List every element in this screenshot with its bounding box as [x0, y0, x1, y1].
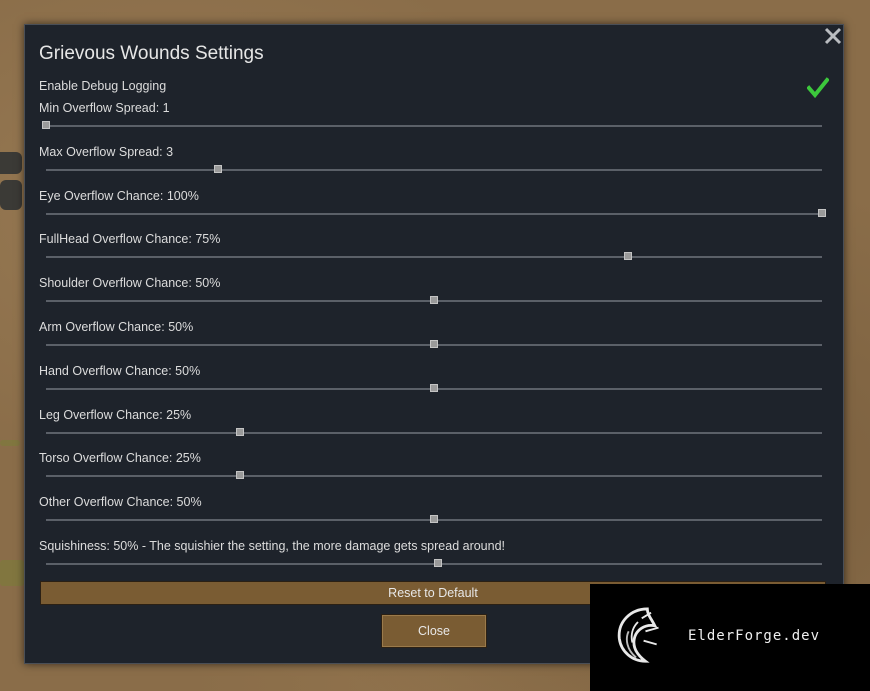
slider-label: Max Overflow Spread: 3: [39, 144, 174, 159]
slider[interactable]: [46, 559, 822, 569]
slider-handle[interactable]: [236, 471, 244, 480]
slider-handle[interactable]: [624, 252, 632, 261]
slider-handle[interactable]: [42, 121, 50, 129]
slider-track[interactable]: [46, 212, 822, 215]
background-rock: [0, 152, 22, 174]
slider-track[interactable]: [46, 125, 822, 127]
slider[interactable]: [46, 340, 822, 350]
close-icon[interactable]: [823, 26, 843, 46]
slider[interactable]: [46, 296, 822, 306]
slider-label: Squishiness: 50% - The squishier the set…: [39, 539, 506, 553]
slider-label: Eye Overflow Chance: 100%: [39, 188, 199, 203]
slider-track[interactable]: [46, 168, 822, 171]
slider[interactable]: [46, 427, 822, 438]
slider-label: Torso Overflow Chance: 25%: [39, 451, 201, 466]
settings-dialog: Grievous Wounds Settings Enable Debug Lo…: [24, 24, 844, 664]
slider[interactable]: [46, 164, 822, 175]
slider-handle[interactable]: [818, 208, 826, 217]
close-button[interactable]: Close: [381, 614, 487, 648]
slider-handle[interactable]: [430, 296, 438, 305]
debug-logging-label: Enable Debug Logging: [39, 79, 167, 93]
background-grass: [0, 560, 24, 586]
watermark-text: ElderForge.dev: [688, 628, 821, 644]
background-grass: [0, 440, 20, 446]
slider-handle[interactable]: [214, 164, 223, 173]
slider-label: Leg Overflow Chance: 25%: [39, 407, 192, 422]
slider-label: Other Overflow Chance: 50%: [39, 495, 202, 510]
slider-handle[interactable]: [430, 515, 438, 524]
slider-label: Shoulder Overflow Chance: 50%: [39, 276, 221, 291]
slider-handle[interactable]: [430, 383, 438, 392]
slider[interactable]: [46, 471, 822, 481]
slider[interactable]: [46, 252, 822, 262]
slider-handle[interactable]: [236, 427, 244, 436]
slider-handle[interactable]: [430, 340, 438, 348]
slider[interactable]: [46, 515, 822, 525]
slider-label: Arm Overflow Chance: 50%: [39, 320, 194, 334]
dialog-title: Grievous Wounds Settings: [39, 43, 264, 64]
slider-label: Min Overflow Spread: 1: [39, 101, 170, 115]
slider[interactable]: [46, 383, 822, 394]
slider-track[interactable]: [46, 256, 822, 259]
slider[interactable]: [46, 208, 826, 219]
checkmark-icon[interactable]: [807, 77, 829, 99]
slider-label: Hand Overflow Chance: 50%: [39, 363, 201, 378]
background-rock: [0, 180, 22, 210]
watermark: ElderForge.dev: [590, 584, 870, 691]
slider-track[interactable]: [46, 431, 822, 434]
slider-track[interactable]: [46, 475, 822, 478]
slider-handle[interactable]: [433, 559, 442, 567]
slider[interactable]: [42, 121, 822, 131]
slider-label: FullHead Overflow Chance: 75%: [39, 232, 221, 247]
dragon-logo-icon: [617, 607, 659, 663]
